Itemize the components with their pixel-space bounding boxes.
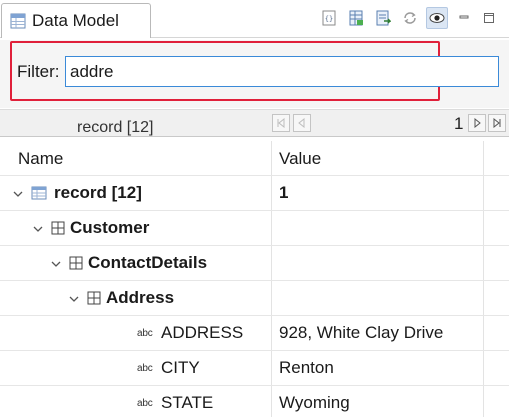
record-label: record [12] xyxy=(77,119,154,136)
minimize-button[interactable] xyxy=(453,7,475,29)
show-button[interactable] xyxy=(426,7,448,29)
data-model-tab[interactable]: Data Model xyxy=(1,3,151,38)
next-icon xyxy=(474,118,481,128)
node-name: Customer xyxy=(70,218,150,237)
chevron-down-icon[interactable] xyxy=(68,293,80,305)
view-tab-bar: Data Model {} xyxy=(0,0,509,38)
tree-row-state-field[interactable]: abc STATE Wyoming xyxy=(0,386,509,417)
node-name: ContactDetails xyxy=(88,253,208,272)
show-icon xyxy=(429,13,445,23)
chevron-down-icon[interactable] xyxy=(32,223,44,235)
filter-label: Filter: xyxy=(17,62,60,81)
last-icon xyxy=(493,118,501,128)
chevron-down-icon[interactable] xyxy=(50,258,62,270)
table-view-button[interactable] xyxy=(345,7,367,29)
grid-icon xyxy=(51,221,65,235)
table-icon xyxy=(10,13,26,29)
field-name: STATE xyxy=(161,393,214,412)
tree-row-contactdetails[interactable]: ContactDetails xyxy=(0,246,509,281)
refresh-button[interactable] xyxy=(399,7,421,29)
column-header-value[interactable]: Value xyxy=(279,149,321,169)
data-tree-table: Name Value record [12] 1 Customer Contac… xyxy=(0,141,509,417)
tree-row-address-group[interactable]: Address xyxy=(0,281,509,316)
tree-row-record[interactable]: record [12] 1 xyxy=(0,176,509,211)
field-name: CITY xyxy=(161,358,200,377)
previous-record-button[interactable] xyxy=(293,114,311,132)
node-name: Address xyxy=(106,288,175,307)
tree-row-address-field[interactable]: abc ADDRESS 928, White Clay Drive xyxy=(0,316,509,351)
maximize-button[interactable] xyxy=(478,7,500,29)
tree-row-city-field[interactable]: abc CITY Renton xyxy=(0,351,509,386)
minimize-icon xyxy=(459,15,469,19)
field-value: 928, White Clay Drive xyxy=(279,323,444,342)
node-value: 1 xyxy=(279,183,289,202)
maximize-icon xyxy=(484,13,494,23)
field-value: Renton xyxy=(279,358,334,377)
node-name: record [12] xyxy=(54,183,142,202)
export-icon xyxy=(376,10,391,26)
tree-row-customer[interactable]: Customer xyxy=(0,211,509,246)
export-button[interactable] xyxy=(372,7,394,29)
first-record-button[interactable] xyxy=(272,114,290,132)
table-view-icon xyxy=(349,10,363,26)
table-icon xyxy=(31,186,47,200)
tab-title: Data Model xyxy=(32,11,119,30)
previous-icon xyxy=(298,118,305,128)
record-number: 1 xyxy=(454,114,464,133)
filter-input[interactable] xyxy=(65,56,499,87)
grid-icon xyxy=(69,256,83,270)
next-record-button[interactable] xyxy=(468,114,486,132)
last-record-button[interactable] xyxy=(488,114,506,132)
record-navigator: record [12] 1 xyxy=(0,109,509,137)
text-field-icon: abc xyxy=(137,363,153,374)
column-header-name[interactable]: Name xyxy=(18,149,63,169)
text-field-icon: abc xyxy=(137,328,153,339)
grid-icon xyxy=(87,291,101,305)
text-field-icon: abc xyxy=(137,398,153,409)
table-header: Name Value xyxy=(0,141,509,176)
field-value: Wyoming xyxy=(279,393,350,412)
svg-text:{}: {} xyxy=(325,15,333,23)
xml-view-button[interactable]: {} xyxy=(318,7,340,29)
first-icon xyxy=(277,118,285,128)
field-name: ADDRESS xyxy=(161,323,244,342)
filter-bar: Filter: xyxy=(0,40,509,108)
chevron-down-icon[interactable] xyxy=(12,188,24,200)
refresh-icon xyxy=(404,12,416,24)
xml-view-icon: {} xyxy=(322,10,336,26)
